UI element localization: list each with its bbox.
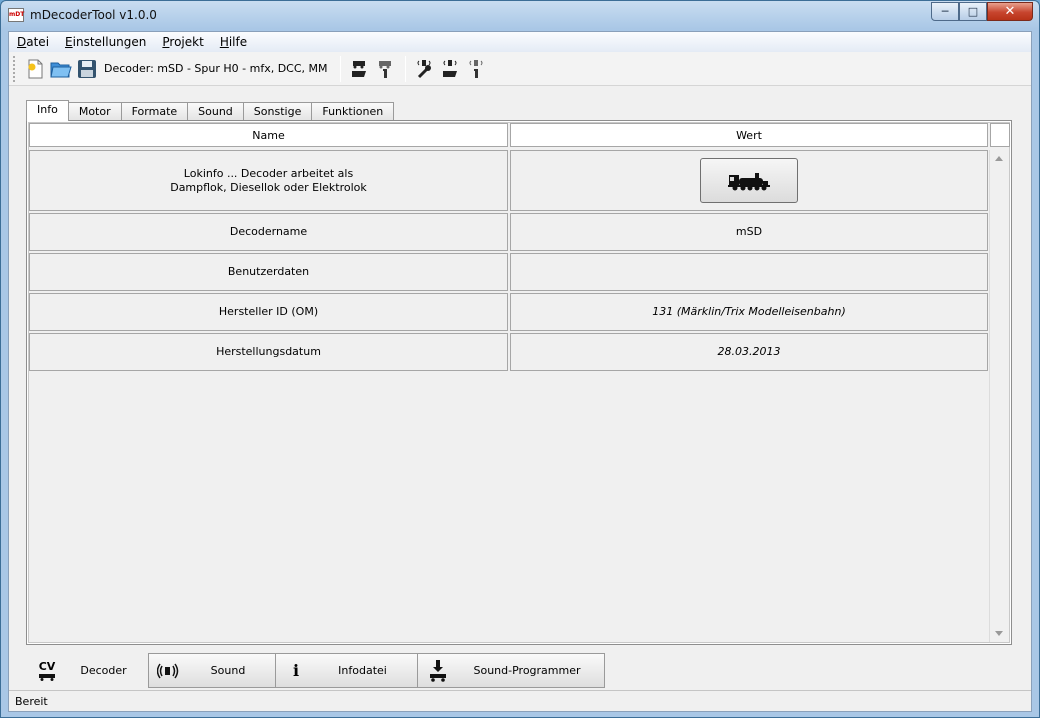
menu-einstellungen-label: instellungen — [72, 35, 147, 49]
new-file-button[interactable] — [22, 56, 48, 82]
row-lokinfo-name-line2: Dampflok, Diesellok oder Elektrolok — [170, 180, 367, 194]
status-bar: Bereit — [9, 690, 1031, 711]
row-lokinfo-value — [510, 150, 988, 211]
maximize-icon: □ — [967, 5, 979, 18]
column-header-corner — [990, 123, 1010, 147]
app-icon: mDT — [8, 8, 24, 22]
client-area: Datei Einstellungen Projekt Hilfe Decode… — [8, 31, 1032, 712]
tab-funktionen[interactable]: Funktionen — [311, 102, 395, 121]
toolbar-separator-2 — [404, 55, 406, 82]
row-hersteller-name: Hersteller ID (OM) — [29, 293, 508, 331]
info-grid: Name Wert Lokinfo ... Decoder arbeitet a… — [28, 122, 1010, 643]
row-lokinfo-name: Lokinfo ... Decoder arbeitet als Dampflo… — [29, 150, 508, 211]
sound-info-icon — [469, 59, 483, 78]
menu-hilfe[interactable]: Hilfe — [212, 35, 255, 49]
sound-write-button[interactable] — [438, 56, 464, 82]
info-panel: Name Wert Lokinfo ... Decoder arbeitet a… — [26, 120, 1012, 645]
menu-hilfe-label: ilfe — [228, 35, 248, 49]
row-hersteller-text: 131 (Märklin/Trix Modelleisenbahn) — [652, 305, 846, 318]
menu-einstellungen-mnemonic: E — [65, 35, 73, 49]
bottom-tab-sound-programmer[interactable]: Sound-Programmer — [417, 653, 605, 688]
row-benutzerdaten-name: Benutzerdaten — [29, 253, 508, 291]
row-herstellungsdatum-label: Herstellungsdatum — [216, 345, 321, 358]
tab-motor[interactable]: Motor — [67, 102, 122, 121]
bottom-tab-decoder[interactable]: CV Decoder — [26, 653, 149, 688]
row-benutzerdaten-label: Benutzerdaten — [227, 265, 310, 278]
steam-locomotive-icon — [728, 172, 770, 190]
row-hersteller-value: 131 (Märklin/Trix Modelleisenbahn) — [510, 293, 988, 331]
speaker-icon — [149, 662, 189, 680]
row-lokinfo-name-line1: Lokinfo ... Decoder arbeitet als — [183, 166, 354, 180]
decoder-label: Decoder: mSD - Spur H0 - mfx, DCC, MM — [104, 62, 328, 75]
toolbar-separator — [339, 55, 341, 82]
tab-info[interactable]: Info — [26, 100, 69, 121]
loco-write-icon — [351, 60, 366, 77]
menu-projekt[interactable]: Projekt — [154, 35, 211, 49]
loco-info-icon — [378, 60, 391, 78]
bottom-tab-decoder-label: Decoder — [80, 664, 127, 677]
bottom-tab-sound-label: Sound — [210, 664, 246, 677]
tab-sonstige[interactable]: Sonstige — [242, 102, 313, 121]
minimize-button[interactable]: ─ — [931, 2, 959, 21]
sound-write-icon — [442, 59, 457, 77]
row-decodername-name: Decodername — [29, 213, 508, 251]
menu-projekt-label: rojekt — [169, 35, 204, 49]
info-icon: i — [276, 661, 316, 680]
download-loco-icon — [418, 659, 458, 683]
bottom-tab-sound-programmer-label: Sound-Programmer — [473, 664, 581, 677]
loco-info-button[interactable] — [373, 56, 399, 82]
column-header-value[interactable]: Wert — [510, 123, 988, 147]
status-text: Bereit — [15, 694, 48, 708]
menu-bar: Datei Einstellungen Projekt Hilfe — [9, 32, 1031, 52]
column-header-name[interactable]: Name — [29, 123, 508, 147]
sound-settings-button[interactable] — [412, 56, 438, 82]
tab-formate[interactable]: Formate — [120, 102, 189, 121]
save-button[interactable] — [74, 56, 100, 82]
scroll-up-icon[interactable] — [995, 156, 1003, 161]
close-button[interactable]: ✕ — [987, 2, 1033, 21]
info-icon-glyph: i — [292, 661, 300, 680]
new-file-icon — [28, 59, 43, 78]
app-window: mDT mDecoderTool v1.0.0 ─ □ ✕ Datei Eins… — [0, 0, 1040, 718]
menu-hilfe-mnemonic: H — [219, 35, 229, 49]
menu-datei[interactable]: Datei — [9, 35, 57, 49]
title-bar[interactable]: mDT mDecoderTool v1.0.0 ─ □ ✕ — [1, 1, 1039, 31]
toolbar-grip[interactable] — [13, 55, 16, 82]
minimize-icon: ─ — [941, 5, 949, 18]
loco-type-button[interactable] — [700, 158, 798, 203]
close-icon: ✕ — [1004, 4, 1016, 19]
row-hersteller-label: Hersteller ID (OM) — [218, 305, 319, 318]
cv-icon-text: CV — [38, 659, 56, 673]
save-icon — [78, 59, 96, 78]
row-decodername-label: Decodername — [229, 225, 308, 238]
toolbar: Decoder: mSD - Spur H0 - mfx, DCC, MM — [9, 52, 1031, 86]
tab-sound[interactable]: Sound — [187, 102, 244, 121]
row-decodername-text: mSD — [735, 225, 763, 238]
menu-datei-mnemonic: D — [17, 35, 27, 49]
bottom-tab-infodatei[interactable]: i Infodatei — [275, 653, 418, 688]
small-loco-icon — [39, 673, 55, 681]
row-benutzerdaten-value[interactable] — [510, 253, 988, 291]
menu-datei-label: atei — [26, 35, 50, 49]
tab-strip: Info Motor Formate Sound Sonstige Funkti… — [26, 100, 395, 121]
menu-einstellungen[interactable]: Einstellungen — [57, 35, 154, 49]
cv-loco-icon: CV — [27, 659, 67, 681]
sound-info-button[interactable] — [464, 56, 490, 82]
open-folder-icon — [50, 62, 72, 77]
bottom-tab-sound[interactable]: Sound — [148, 653, 276, 688]
bottom-tab-strip: CV Decoder Sound i Infodatei Sound-Progr… — [26, 653, 605, 690]
loco-write-button[interactable] — [347, 56, 373, 82]
row-decodername-value[interactable]: mSD — [510, 213, 988, 251]
window-title: mDecoderTool v1.0.0 — [30, 8, 157, 22]
row-herstellungsdatum-name: Herstellungsdatum — [29, 333, 508, 371]
vertical-scrollbar[interactable] — [989, 150, 1009, 642]
open-folder-button[interactable] — [48, 56, 74, 82]
sound-wrench-icon — [417, 59, 431, 78]
maximize-button[interactable]: □ — [959, 2, 987, 21]
scroll-down-icon[interactable] — [995, 631, 1003, 636]
row-herstellungsdatum-value: 28.03.2013 — [510, 333, 988, 371]
row-herstellungsdatum-text: 28.03.2013 — [717, 345, 781, 358]
bottom-tab-infodatei-label: Infodatei — [338, 664, 387, 677]
window-controls: ─ □ ✕ — [931, 2, 1033, 21]
